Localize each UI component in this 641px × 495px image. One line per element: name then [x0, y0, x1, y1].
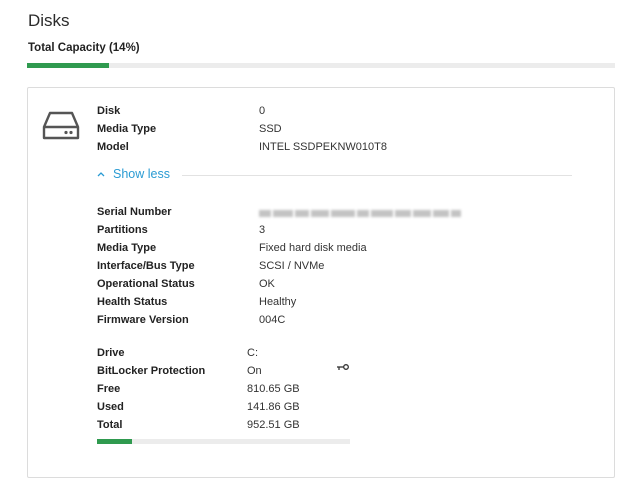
- partitions-value: 3: [259, 224, 266, 236]
- serial-number-redacted: [259, 207, 461, 219]
- operational-status-label: Operational Status: [97, 278, 195, 290]
- media-type-summary-label: Media Type: [97, 123, 157, 135]
- media-type-value: Fixed hard disk media: [259, 242, 367, 254]
- partitions-label: Partitions: [97, 224, 148, 236]
- disk-usage-bar: [97, 439, 350, 444]
- total-capacity-label: Total Capacity (14%): [28, 42, 140, 54]
- key-icon: [337, 364, 349, 370]
- page-title: Disks: [28, 11, 70, 30]
- toggle-divider: [182, 175, 572, 176]
- bitlocker-value: On: [247, 365, 262, 377]
- drive-label: Drive: [97, 347, 125, 359]
- show-less-toggle[interactable]: Show less: [96, 167, 170, 181]
- health-status-label: Health Status: [97, 296, 168, 308]
- media-type-label: Media Type: [97, 242, 157, 254]
- model-label: Model: [97, 141, 129, 153]
- total-capacity-bar: [27, 63, 615, 68]
- serial-number-label: Serial Number: [97, 206, 172, 218]
- total-capacity-fill: [27, 63, 110, 68]
- drive-value: C:: [247, 347, 258, 359]
- free-value: 810.65 GB: [247, 383, 300, 395]
- disk-number-value: 0: [259, 105, 266, 117]
- disk-usage-fill: [97, 439, 133, 444]
- show-less-label: Show less: [113, 167, 170, 181]
- total-value: 952.51 GB: [247, 419, 300, 431]
- used-value: 141.86 GB: [247, 401, 300, 413]
- model-value: INTEL SSDPEKNW010T8: [259, 141, 387, 153]
- hard-drive-icon: [42, 111, 80, 140]
- firmware-version-label: Firmware Version: [97, 314, 189, 326]
- firmware-version-value: 004C: [259, 314, 286, 326]
- interface-bus-type-label: Interface/Bus Type: [97, 260, 195, 272]
- health-status-value: Healthy: [259, 296, 297, 308]
- used-label: Used: [97, 401, 124, 413]
- disk-card: Disk 0 Media Type SSD Model INTEL SSDPEK…: [27, 87, 615, 478]
- bitlocker-label: BitLocker Protection: [97, 365, 206, 377]
- free-label: Free: [97, 383, 121, 395]
- operational-status-value: OK: [259, 278, 275, 290]
- total-label: Total: [97, 419, 123, 431]
- disk-number-label: Disk: [97, 105, 121, 117]
- media-type-summary-value: SSD: [259, 123, 282, 135]
- chevron-up-icon: [97, 172, 105, 177]
- interface-bus-type-value: SCSI / NVMe: [259, 260, 325, 272]
